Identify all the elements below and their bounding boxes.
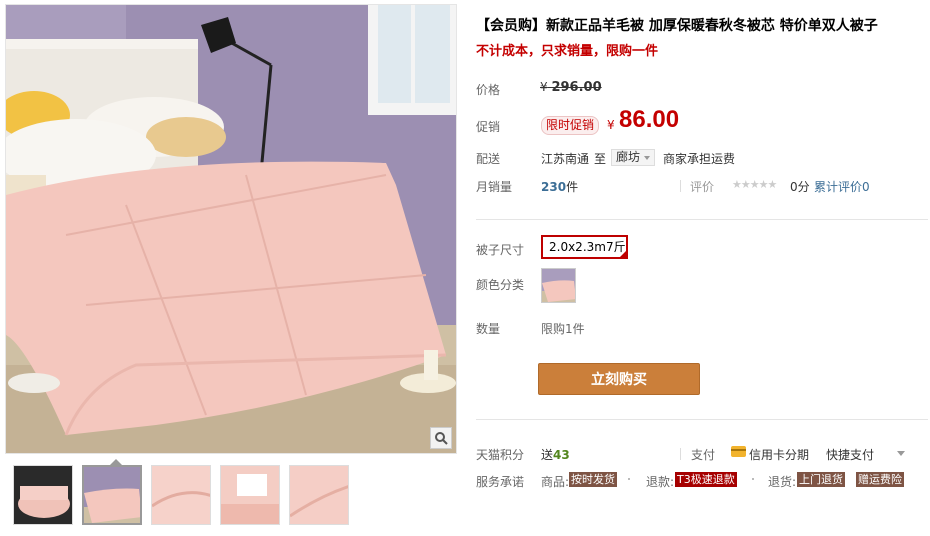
shipping-fee-note: 商家承担运费	[663, 152, 736, 166]
original-price: ¥ 296.00	[540, 80, 602, 95]
shipping-from: 江苏南通	[541, 152, 590, 166]
shipping-label: 配送	[476, 152, 501, 166]
goods-label: 商品:	[541, 475, 570, 489]
quantity-limit: 限购1件	[541, 322, 585, 336]
chevron-down-icon	[644, 155, 651, 160]
separator-dot	[628, 478, 630, 480]
sales-count: 230件	[541, 178, 578, 195]
shipping-insurance-badge[interactable]: 赠运费险	[856, 472, 904, 487]
service-label: 服务承诺	[476, 475, 525, 489]
on-time-shipping-badge[interactable]: 按时发货	[569, 472, 617, 487]
color-option-swatch[interactable]	[541, 268, 576, 303]
points-value: 43	[553, 448, 570, 462]
payment-label: 支付	[691, 448, 716, 462]
rating-label: 评价	[690, 180, 715, 194]
rating-score: 0分	[790, 180, 810, 194]
section-divider	[476, 419, 928, 420]
shipping-to-word: 至	[594, 152, 607, 166]
rating-stars: ★★★★★	[732, 178, 777, 191]
promo-price: 86.00	[619, 106, 680, 133]
original-price-value: 296.00	[551, 80, 602, 95]
credit-installment[interactable]: 信用卡分期	[749, 446, 809, 463]
section-divider	[476, 219, 928, 220]
tmall-points-label: 天猫积分	[476, 448, 525, 462]
door-return-badge[interactable]: 上门退货	[797, 472, 845, 487]
buy-now-button[interactable]: 立刻购买	[538, 363, 700, 395]
thumbnail-5[interactable]	[289, 465, 349, 525]
thumbnail-2[interactable]	[82, 465, 142, 525]
points-prefix: 送	[541, 448, 554, 462]
color-label: 颜色分类	[476, 278, 525, 292]
thumbnail-3[interactable]	[151, 465, 211, 525]
fast-refund-badge[interactable]: T3极速退款	[675, 472, 737, 487]
sales-unit: 件	[566, 180, 579, 194]
return-label: 退货:	[768, 475, 797, 489]
shipping-destination: 廊坊	[616, 150, 641, 164]
credit-card-icon	[731, 446, 746, 457]
product-subtitle: 不计成本，只求销量，限购一件	[476, 44, 659, 59]
sales-label: 月销量	[476, 180, 513, 194]
size-option-selected[interactable]: 2.0x2.3m7斤	[541, 235, 628, 259]
thumbnail-1[interactable]	[13, 465, 73, 525]
divider	[680, 180, 681, 192]
promo-currency: ¥	[607, 118, 615, 132]
promo-tag: 限时促销	[541, 116, 600, 135]
refund-label: 退款:	[646, 475, 675, 489]
selected-check-icon	[618, 249, 628, 259]
sales-count-value: 230	[541, 180, 567, 194]
bed-photo	[6, 5, 456, 453]
size-option-value: 2.0x2.3m7斤	[549, 240, 626, 254]
promo-label: 促销	[476, 120, 501, 134]
separator-dot	[752, 478, 754, 480]
shipping-destination-select[interactable]: 廊坊	[611, 149, 656, 166]
cumulative-reviews-link[interactable]: 累计评价0	[814, 178, 870, 195]
price-label: 价格	[476, 83, 501, 97]
quantity-label: 数量	[476, 322, 501, 336]
main-product-image[interactable]	[5, 4, 457, 454]
chevron-down-icon[interactable]	[897, 451, 905, 456]
product-title: 【会员购】新款正品羊毛被 加厚保暖春秋冬被芯 特价单双人被子	[476, 18, 878, 34]
size-label: 被子尺寸	[476, 243, 525, 257]
divider	[680, 448, 681, 460]
tmall-points: 送43	[541, 446, 570, 463]
original-price-currency: ¥	[540, 80, 548, 94]
quick-pay[interactable]: 快捷支付	[826, 446, 874, 463]
thumbnail-4[interactable]	[220, 465, 280, 525]
zoom-icon[interactable]	[430, 427, 452, 449]
